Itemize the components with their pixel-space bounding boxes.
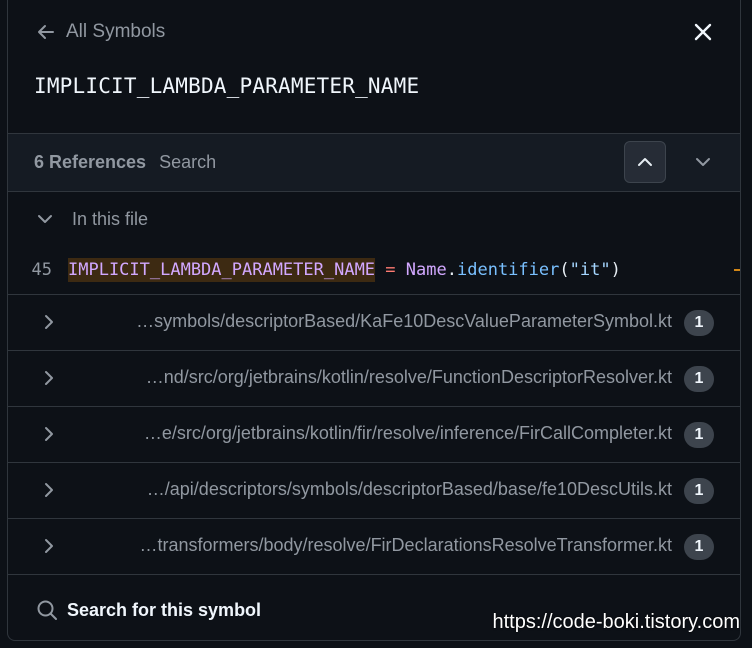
- arrow-left-icon: [36, 22, 56, 42]
- file-reference-row[interactable]: …symbols/descriptorBased/KaFe10DescValue…: [8, 295, 740, 351]
- chevron-right-icon: [40, 425, 58, 443]
- symbols-panel: All Symbols IMPLICIT_LAMBDA_PARAMETER_NA…: [7, 0, 741, 641]
- symbol-title: IMPLICIT_LAMBDA_PARAMETER_NAME: [34, 74, 420, 98]
- code-operator: =: [385, 260, 396, 280]
- in-this-file-label: In this file: [72, 208, 149, 229]
- next-reference-button[interactable]: [682, 141, 724, 183]
- file-path: …transformers/body/resolve/FirDeclaratio…: [139, 535, 672, 555]
- reference-count-badge: 1: [684, 366, 714, 392]
- watermark-text: https://code-boki.tistory.com: [492, 611, 741, 633]
- panel-header: All Symbols IMPLICIT_LAMBDA_PARAMETER_NA…: [8, 0, 740, 134]
- file-reference-row[interactable]: …transformers/body/resolve/FirDeclaratio…: [8, 519, 740, 575]
- scroll-marker: [734, 269, 740, 271]
- file-reference-row[interactable]: …e/src/org/jetbrains/kotlin/fir/resolve/…: [8, 407, 740, 463]
- code-string: "it": [569, 260, 611, 280]
- file-path: …/api/descriptors/symbols/descriptorBase…: [146, 479, 672, 499]
- highlighted-symbol: IMPLICIT_LAMBDA_PARAMETER_NAME: [68, 258, 376, 282]
- file-reference-row[interactable]: …/api/descriptors/symbols/descriptorBase…: [8, 463, 740, 519]
- all-symbols-back-link[interactable]: All Symbols: [36, 18, 165, 46]
- reference-count-badge: 1: [684, 478, 714, 504]
- chevron-right-icon: [40, 369, 58, 387]
- code-dot: .: [446, 260, 457, 280]
- references-bar: 6 References: [8, 134, 740, 192]
- reference-count-badge: 1: [684, 310, 714, 336]
- previous-reference-button[interactable]: [624, 141, 666, 183]
- references-search-input[interactable]: [159, 152, 520, 173]
- chevron-right-icon: [40, 481, 58, 499]
- file-path: …nd/src/org/jetbrains/kotlin/resolve/Fun…: [145, 367, 672, 387]
- references-count: 6 References: [34, 152, 147, 172]
- in-this-file-toggle[interactable]: In this file: [8, 192, 740, 246]
- code-function: identifier: [457, 260, 560, 280]
- chevron-up-icon: [636, 153, 654, 171]
- reference-count-badge: 1: [684, 422, 714, 448]
- file-reference-row[interactable]: …nd/src/org/jetbrains/kotlin/resolve/Fun…: [8, 351, 740, 407]
- code-type: Name: [405, 260, 447, 280]
- x-icon: [694, 23, 712, 41]
- code-snippet: IMPLICIT_LAMBDA_PARAMETER_NAME = Name.id…: [68, 258, 621, 282]
- line-number: 45: [31, 260, 52, 280]
- back-label: All Symbols: [66, 21, 166, 42]
- reference-count-badge: 1: [684, 534, 714, 560]
- chevron-down-icon: [694, 153, 712, 171]
- chevron-down-icon: [36, 210, 56, 228]
- code-open-paren: (: [559, 260, 570, 280]
- close-button[interactable]: [688, 17, 718, 47]
- search-for-symbol-label: Search for this symbol: [67, 599, 262, 620]
- chevron-right-icon: [40, 537, 58, 555]
- chevron-right-icon: [40, 313, 58, 331]
- file-path: …e/src/org/jetbrains/kotlin/fir/resolve/…: [143, 423, 672, 443]
- reference-code-line[interactable]: 45 IMPLICIT_LAMBDA_PARAMETER_NAME = Name…: [8, 246, 740, 295]
- search-icon: [36, 599, 58, 621]
- code-close-paren: ): [610, 260, 621, 280]
- file-path: …symbols/descriptorBased/KaFe10DescValue…: [136, 311, 672, 331]
